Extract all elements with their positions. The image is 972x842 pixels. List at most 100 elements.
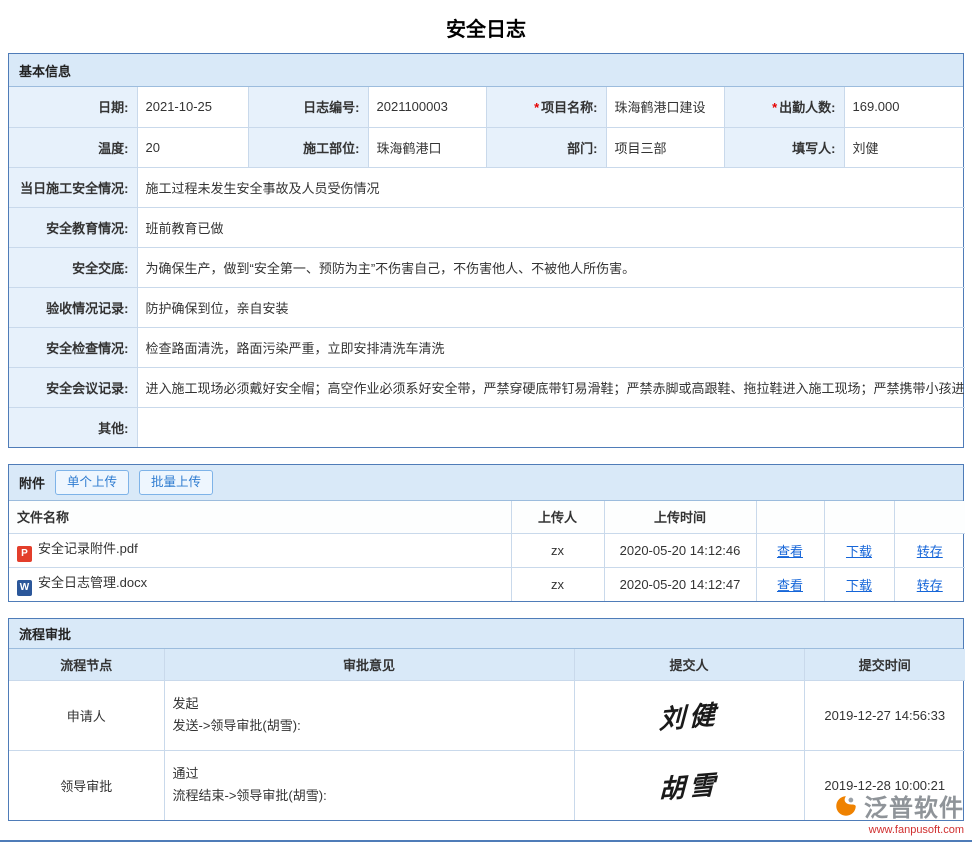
opinion-cell: 通过 流程结束->领导审批(胡雪):: [164, 750, 574, 820]
field-label: 日期:: [9, 87, 137, 127]
safety-inspection-field: 检查路面清洗，路面污染严重，立即安排清洗车清洗: [137, 327, 965, 367]
field-label: 安全检查情况:: [9, 327, 137, 367]
attachments-section-header: 附件 单个上传 批量上传: [9, 465, 963, 501]
table-row: P 安全记录附件.pdf zx 2020-05-20 14:12:46 查看 下载…: [9, 533, 965, 567]
basic-info-section-header: 基本信息: [9, 54, 963, 87]
field-label-text: 填写人:: [792, 141, 835, 156]
field-label-text: 项目名称:: [541, 100, 597, 115]
column-header-opinion: 审批意见: [164, 649, 574, 680]
view-link[interactable]: 查看: [777, 578, 803, 593]
column-header-empty: [824, 501, 894, 533]
table-header-row: 流程节点 审批意见 提交人 提交时间: [9, 649, 965, 680]
brand-name: 泛普软件: [864, 788, 964, 823]
field-label-text: 日期:: [98, 100, 128, 115]
uploader-cell: zx: [511, 533, 604, 567]
file-name-cell: P 安全记录附件.pdf: [9, 533, 511, 567]
submit-time-cell: 2019-12-27 14:56:33: [804, 680, 965, 750]
attachments-table: 文件名称 上传人 上传时间 P 安全记录附件.pdf zx 2020-05-20 …: [9, 501, 965, 601]
field-label: 安全教育情况:: [9, 207, 137, 247]
upload-time-cell: 2020-05-20 14:12:47: [604, 567, 756, 601]
table-row: W 安全日志管理.docx zx 2020-05-20 14:12:47 查看 下…: [9, 567, 965, 601]
content-area: 基本信息 日期: 2021-10-25 日志编号: 2021100003 *项目…: [8, 53, 964, 821]
fanpu-logo: 泛普软件 www.fanpusoft.com: [833, 788, 964, 836]
signature: 刘健: [659, 694, 719, 736]
opinion-line: 流程结束->领导审批(胡雪):: [173, 785, 566, 807]
word-icon: W: [17, 580, 32, 596]
field-label: 日志编号:: [248, 87, 368, 127]
opinion-line: 发送->领导审批(胡雪):: [173, 715, 566, 737]
table-header-row: 文件名称 上传人 上传时间: [9, 501, 965, 533]
attachments-panel: 附件 单个上传 批量上传 文件名称 上传人 上传时间 P 安全记录附件.pdf: [8, 464, 964, 602]
opinion-cell: 发起 发送->领导审批(胡雪):: [164, 680, 574, 750]
log-number-field: 2021100003: [368, 87, 486, 127]
basic-info-panel: 基本信息 日期: 2021-10-25 日志编号: 2021100003 *项目…: [8, 53, 964, 448]
approval-section-title: 流程审批: [19, 624, 71, 643]
field-label: 其他:: [9, 407, 137, 447]
signature-cell: 胡雪: [574, 750, 804, 820]
signature: 胡雪: [659, 764, 719, 806]
column-header-uploader: 上传人: [511, 501, 604, 533]
fanpu-logo-icon: [833, 793, 859, 819]
construction-part-field: 珠海鹤港口: [368, 127, 486, 167]
node-cell: 领导审批: [9, 750, 164, 820]
field-label: *项目名称:: [486, 87, 606, 127]
table-row: 安全会议记录: 进入施工现场必须戴好安全帽；高空作业必须系好安全带，严禁穿硬底带…: [9, 367, 965, 407]
column-header-upload-time: 上传时间: [604, 501, 756, 533]
view-link[interactable]: 查看: [777, 544, 803, 559]
daily-safety-field: 施工过程未发生安全事故及人员受伤情况: [137, 167, 965, 207]
field-label-text: 日志编号:: [303, 100, 359, 115]
file-name-cell: W 安全日志管理.docx: [9, 567, 511, 601]
column-header-submit-time: 提交时间: [804, 649, 965, 680]
field-label-text: 温度:: [98, 141, 128, 156]
batch-upload-button[interactable]: 批量上传: [139, 470, 213, 495]
brand-url-link[interactable]: www.fanpusoft.com: [833, 824, 964, 836]
table-row: 其他:: [9, 407, 965, 447]
approval-table: 流程节点 审批意见 提交人 提交时间 申请人 发起 发送->领导审批(胡雪): …: [9, 649, 965, 820]
column-header-filename: 文件名称: [9, 501, 511, 533]
file-name: 安全日志管理.docx: [38, 575, 147, 590]
safety-education-field: 班前教育已做: [137, 207, 965, 247]
column-header-submitter: 提交人: [574, 649, 804, 680]
column-header-empty: [894, 501, 965, 533]
field-label: 安全会议记录:: [9, 367, 137, 407]
table-row: 安全检查情况: 检查路面清洗，路面污染严重，立即安排清洗车清洗: [9, 327, 965, 367]
column-header-empty: [756, 501, 824, 533]
table-row: 安全交底: 为确保生产，做到“安全第一、预防为主”不伤害自己，不伤害他人、不被他…: [9, 247, 965, 287]
field-label: 施工部位:: [248, 127, 368, 167]
department-field: 项目三部: [606, 127, 724, 167]
download-link[interactable]: 下载: [846, 544, 872, 559]
attachments-section-title: 附件: [19, 473, 45, 492]
table-row: 当日施工安全情况: 施工过程未发生安全事故及人员受伤情况: [9, 167, 965, 207]
field-label: 验收情况记录:: [9, 287, 137, 327]
field-label-text: 出勤人数:: [779, 100, 835, 115]
date-field: 2021-10-25: [137, 87, 248, 127]
approval-panel: 流程审批 流程节点 审批意见 提交人 提交时间 申请人 发起 发送->领导审批(…: [8, 618, 964, 821]
upload-time-cell: 2020-05-20 14:12:46: [604, 533, 756, 567]
field-label: 安全交底:: [9, 247, 137, 287]
signature-cell: 刘健: [574, 680, 804, 750]
field-label-text: 施工部位:: [303, 141, 359, 156]
opinion-line: 通过: [173, 763, 566, 785]
download-link[interactable]: 下载: [846, 578, 872, 593]
node-cell: 申请人: [9, 680, 164, 750]
column-header-node: 流程节点: [9, 649, 164, 680]
table-row: 温度: 20 施工部位: 珠海鹤港口 部门: 项目三部 填写人: 刘健: [9, 127, 965, 167]
file-name: 安全记录附件.pdf: [38, 541, 138, 556]
field-label: *出勤人数:: [724, 87, 844, 127]
project-name-field: 珠海鹤港口建设: [606, 87, 724, 127]
table-row: 日期: 2021-10-25 日志编号: 2021100003 *项目名称: 珠…: [9, 87, 965, 127]
safety-meeting-field: 进入施工现场必须戴好安全帽；高空作业必须系好安全带，严禁穿硬底带钉易滑鞋；严禁赤…: [137, 367, 965, 407]
temperature-field: 20: [137, 127, 248, 167]
save-as-link[interactable]: 转存: [917, 544, 943, 559]
single-upload-button[interactable]: 单个上传: [55, 470, 129, 495]
pdf-icon: P: [17, 546, 32, 562]
field-label: 当日施工安全情况:: [9, 167, 137, 207]
uploader-cell: zx: [511, 567, 604, 601]
basic-info-table: 日期: 2021-10-25 日志编号: 2021100003 *项目名称: 珠…: [9, 87, 965, 447]
field-label: 部门:: [486, 127, 606, 167]
field-label-text: 部门:: [567, 141, 597, 156]
basic-info-section-title: 基本信息: [19, 61, 71, 80]
table-row: 安全教育情况: 班前教育已做: [9, 207, 965, 247]
table-row: 申请人 发起 发送->领导审批(胡雪): 刘健 2019-12-27 14:56…: [9, 680, 965, 750]
save-as-link[interactable]: 转存: [917, 578, 943, 593]
